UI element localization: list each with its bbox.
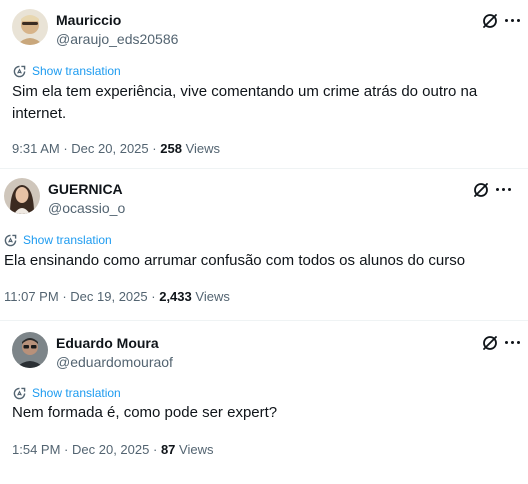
separator: · — [64, 442, 69, 457]
post-text: Ela ensinando como arrumar confusão com … — [4, 252, 466, 269]
post-date[interactable]: Dec 20, 2025 — [71, 141, 148, 156]
post-meta: 9:31 AM · Dec 20, 2025 · 258 Views — [12, 141, 220, 156]
grok-icon[interactable] — [481, 12, 499, 30]
post-time[interactable]: 11:07 PM — [4, 289, 59, 304]
post-time[interactable]: 1:54 PM — [12, 442, 60, 457]
divider — [0, 320, 528, 321]
author-handle[interactable]: @ocassio_o — [48, 200, 125, 216]
more-icon[interactable] — [496, 186, 516, 192]
post-meta: 11:07 PM · Dec 19, 2025 · 2,433 Views — [4, 289, 230, 304]
author-handle[interactable]: @eduardomouraof — [56, 354, 173, 370]
show-translation-link[interactable]: Show translation — [13, 64, 121, 78]
avatar[interactable] — [4, 178, 40, 214]
post-text: Sim ela tem experiência, vive comentando… — [12, 83, 478, 122]
show-translation-label: Show translation — [32, 64, 121, 78]
translate-icon — [13, 387, 26, 399]
post-time[interactable]: 9:31 AM — [12, 141, 60, 156]
avatar[interactable] — [12, 332, 48, 368]
views-count[interactable]: 2,433 — [159, 289, 192, 304]
translate-icon — [4, 234, 17, 246]
views-label: Views — [179, 442, 214, 457]
more-icon[interactable] — [505, 17, 525, 23]
post-meta: 1:54 PM · Dec 20, 2025 · 87 Views — [12, 442, 214, 457]
author-name[interactable]: Mauriccio — [56, 12, 121, 28]
translate-icon — [13, 65, 26, 77]
divider — [0, 168, 528, 169]
post-date[interactable]: Dec 19, 2025 — [70, 289, 147, 304]
separator: · — [152, 141, 157, 156]
author-name[interactable]: Eduardo Moura — [56, 335, 159, 351]
author-handle[interactable]: @araujo_eds20586 — [56, 31, 178, 47]
grok-icon[interactable] — [472, 181, 490, 199]
show-translation-label: Show translation — [32, 386, 121, 400]
views-count[interactable]: 258 — [160, 141, 182, 156]
views-label: Views — [195, 289, 230, 304]
author-name[interactable]: GUERNICA — [48, 181, 123, 197]
avatar[interactable] — [12, 9, 48, 45]
post-date[interactable]: Dec 20, 2025 — [72, 442, 149, 457]
views-count[interactable]: 87 — [161, 442, 175, 457]
grok-icon[interactable] — [481, 334, 499, 352]
separator: · — [152, 442, 158, 457]
show-translation-link[interactable]: Show translation — [13, 386, 121, 400]
post-text: Nem formada é, como pode ser expert? — [12, 404, 278, 421]
show-translation-link[interactable]: Show translation — [4, 233, 112, 247]
views-label: Views — [185, 141, 221, 156]
separator: · — [62, 289, 67, 304]
show-translation-label: Show translation — [23, 233, 112, 247]
separator: · — [151, 289, 156, 304]
more-icon[interactable] — [505, 339, 525, 345]
separator: · — [63, 141, 68, 156]
